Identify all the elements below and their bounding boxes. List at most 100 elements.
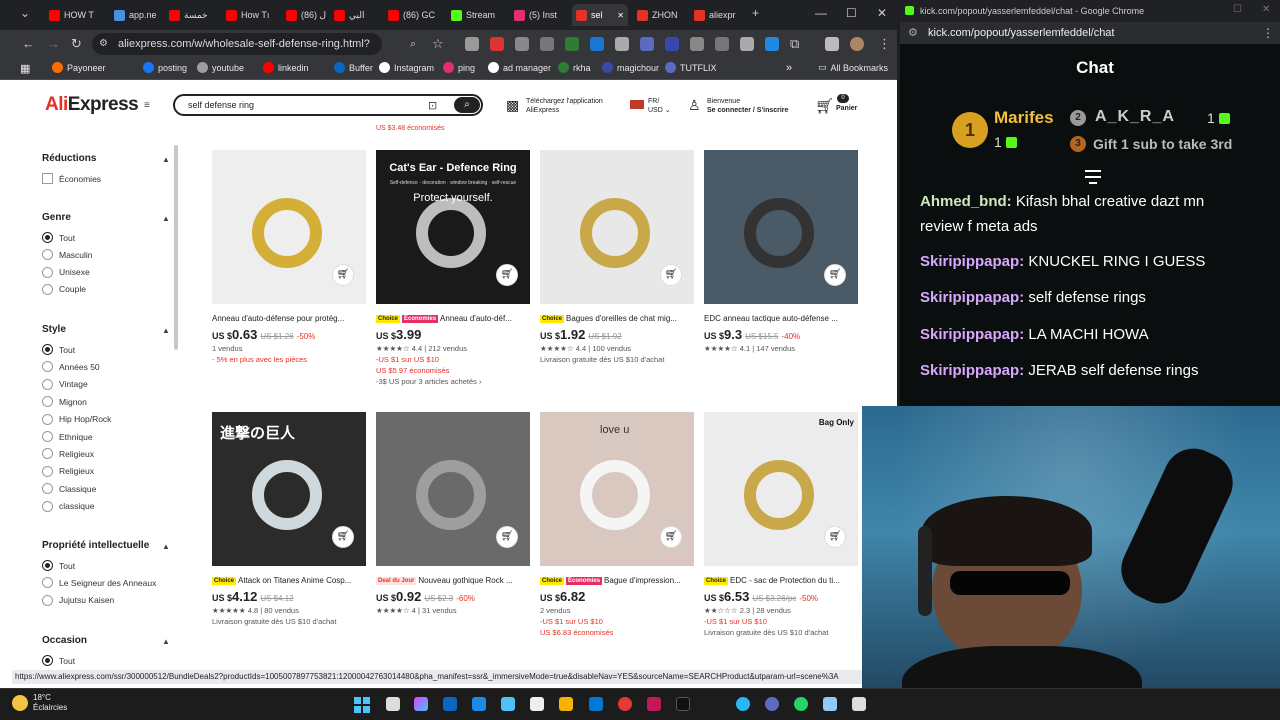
chat-username[interactable]: Skiripippapap <box>920 253 1019 270</box>
add-to-cart-icon[interactable]: 🛒︎ <box>496 526 518 548</box>
add-to-cart-icon[interactable]: 🛒︎ <box>496 264 518 286</box>
add-to-cart-icon[interactable]: 🛒︎ <box>660 264 682 286</box>
filter-option[interactable]: Années 50 <box>42 361 100 373</box>
extension-icon[interactable] <box>490 37 504 51</box>
add-to-cart-icon[interactable]: 🛒︎ <box>332 526 354 548</box>
collapse-caret-icon[interactable]: ▲ <box>162 326 170 335</box>
radio-button[interactable] <box>42 655 53 666</box>
leaderboard-name-1[interactable]: Marifes <box>994 108 1054 128</box>
maximize-button[interactable]: ☐ <box>846 6 857 20</box>
close-tab-icon[interactable]: ✕ <box>617 11 624 20</box>
browser-tab[interactable]: app.ne <box>110 4 160 26</box>
collapse-caret-icon[interactable]: ▲ <box>162 637 170 646</box>
filter-option[interactable]: Religieux <box>42 465 94 477</box>
product-image[interactable]: 🛒︎ <box>212 150 366 304</box>
profile-avatar[interactable] <box>850 37 864 51</box>
bookmark-item[interactable]: ping <box>443 62 475 73</box>
account-sign-in-link[interactable]: Bienvenue Se connecter / S'inscrire <box>707 97 788 115</box>
filter-option[interactable]: Tout <box>42 232 75 243</box>
product-image[interactable]: 🛒︎ <box>540 150 694 304</box>
product-card[interactable]: 🛒︎ Choice Bagues d'oreilles de chat mig...… <box>540 150 696 364</box>
opera-icon[interactable] <box>618 697 632 711</box>
filter-option[interactable]: classique <box>42 500 94 512</box>
filter-option[interactable]: Le Seigneur des Anneaux <box>42 577 156 589</box>
tab-search-icon[interactable]: ⌄ <box>20 6 30 20</box>
extension-icon[interactable] <box>615 37 629 51</box>
app-icon[interactable] <box>647 697 661 711</box>
all-bookmarks-folder[interactable]: ▭ All Bookmarks <box>818 62 888 73</box>
product-title[interactable]: Choice Bagues d'oreilles de chat mig... <box>540 314 696 325</box>
filter-option[interactable]: Couple <box>42 283 86 295</box>
radio-button[interactable] <box>42 431 53 442</box>
add-to-cart-icon[interactable]: 🛒︎ <box>824 264 846 286</box>
popout-address-bar[interactable]: ⚙ kick.com/popout/yasserlemfeddel/chat <box>900 22 1280 44</box>
radio-button[interactable] <box>42 344 53 355</box>
filter-option[interactable]: Jujutsu Kaisen <box>42 594 114 606</box>
product-card[interactable]: 🛒︎ Deal du Jour Nouveau gothique Rock ... U… <box>376 412 532 615</box>
category-menu-icon[interactable]: ≡ <box>144 100 150 111</box>
radio-button[interactable] <box>42 249 53 261</box>
extension-icon[interactable] <box>665 37 679 51</box>
sidebar-scrollbar[interactable] <box>174 145 178 350</box>
app-icon[interactable] <box>852 697 866 711</box>
browser-tab[interactable]: How Tı <box>222 4 277 26</box>
filter-option[interactable]: Tout <box>42 655 75 666</box>
radio-button[interactable] <box>42 378 53 390</box>
copilot-icon[interactable] <box>414 697 428 711</box>
checkbox[interactable] <box>42 173 53 184</box>
radio-button[interactable] <box>42 361 53 373</box>
product-image[interactable]: love u 🛒︎ <box>540 412 694 566</box>
extensions-puzzle-icon[interactable]: ⧉ <box>790 36 799 52</box>
radio-button[interactable] <box>42 560 53 571</box>
gift-sub-prompt[interactable]: Gift 1 sub to take 3rd <box>1093 136 1232 152</box>
radio-button[interactable] <box>42 483 53 495</box>
tiktok-icon[interactable] <box>676 697 690 711</box>
more-bookmarks-icon[interactable]: » <box>786 62 792 74</box>
product-card[interactable]: 🛒︎ Anneau d'auto-défense pour protég... US… <box>212 150 368 364</box>
weather-widget[interactable]: 18°C Éclaircies <box>33 693 67 713</box>
telegram-icon[interactable] <box>736 697 750 711</box>
extension-icon[interactable] <box>765 37 779 51</box>
extension-icon[interactable] <box>515 37 529 51</box>
bookmark-star-icon[interactable]: ☆ <box>432 36 444 52</box>
browser-tab[interactable]: aliexpr <box>690 4 742 26</box>
chat-username[interactable]: Ahmed_bnd <box>920 193 1007 210</box>
radio-button[interactable] <box>42 266 53 278</box>
radio-button[interactable] <box>42 577 53 589</box>
product-card[interactable]: Bag Only 🛒︎ Choice EDC - sac de Protection … <box>704 412 860 637</box>
product-image[interactable]: 🛒︎ <box>376 412 530 566</box>
chat-username[interactable]: Skiripippapap <box>920 289 1019 306</box>
whatsapp-icon[interactable] <box>794 697 808 711</box>
product-title[interactable]: Choice Attack on Titanes Anime Cosp... <box>212 576 368 587</box>
site-info-icon[interactable]: ⚙ <box>99 36 108 52</box>
add-to-cart-icon[interactable]: 🛒︎ <box>332 264 354 286</box>
back-icon[interactable]: ← <box>22 36 35 52</box>
filter-option[interactable]: Tout <box>42 560 75 571</box>
filter-option[interactable]: Mignon <box>42 396 87 408</box>
apps-grid-icon[interactable]: ▦ <box>20 62 30 75</box>
bookmark-item[interactable]: ad manager <box>488 62 551 73</box>
filter-option[interactable]: Ethnique <box>42 431 93 442</box>
bookmark-item[interactable]: magichour <box>602 62 659 73</box>
forward-icon[interactable]: → <box>47 36 60 52</box>
filter-option[interactable]: Hip Hop/Rock <box>42 413 111 425</box>
product-title[interactable]: Anneau d'auto-défense pour protég... <box>212 314 368 325</box>
locale-currency-selector[interactable]: FR/USD ⌄ <box>648 97 671 115</box>
bookmark-item[interactable]: Buffer <box>334 62 373 73</box>
product-image[interactable]: Bag Only 🛒︎ <box>704 412 858 566</box>
radio-button[interactable] <box>42 500 53 512</box>
zoom-icon[interactable]: ⌕ <box>410 36 416 52</box>
browser-tab[interactable]: ال (86) <box>282 4 326 26</box>
bookmark-item[interactable]: youtube <box>197 62 244 73</box>
bookmark-item[interactable]: rkha <box>558 62 591 73</box>
popout-close-button[interactable]: ✕ <box>1262 4 1270 15</box>
file-explorer-icon[interactable] <box>559 697 573 711</box>
address-bar[interactable]: aliexpress.com/w/wholesale-self-defense-… <box>92 33 382 72</box>
add-to-cart-icon[interactable]: 🛒︎ <box>824 526 846 548</box>
browser-tab[interactable]: خمسة <box>165 4 217 26</box>
chrome-menu-icon[interactable]: ⋮ <box>878 36 891 52</box>
start-windows-icon[interactable] <box>354 697 370 713</box>
radio-button[interactable] <box>42 465 53 477</box>
product-title[interactable]: Choice Économies Bague d'impression... <box>540 576 696 587</box>
close-window-button[interactable]: ✕ <box>877 6 887 20</box>
